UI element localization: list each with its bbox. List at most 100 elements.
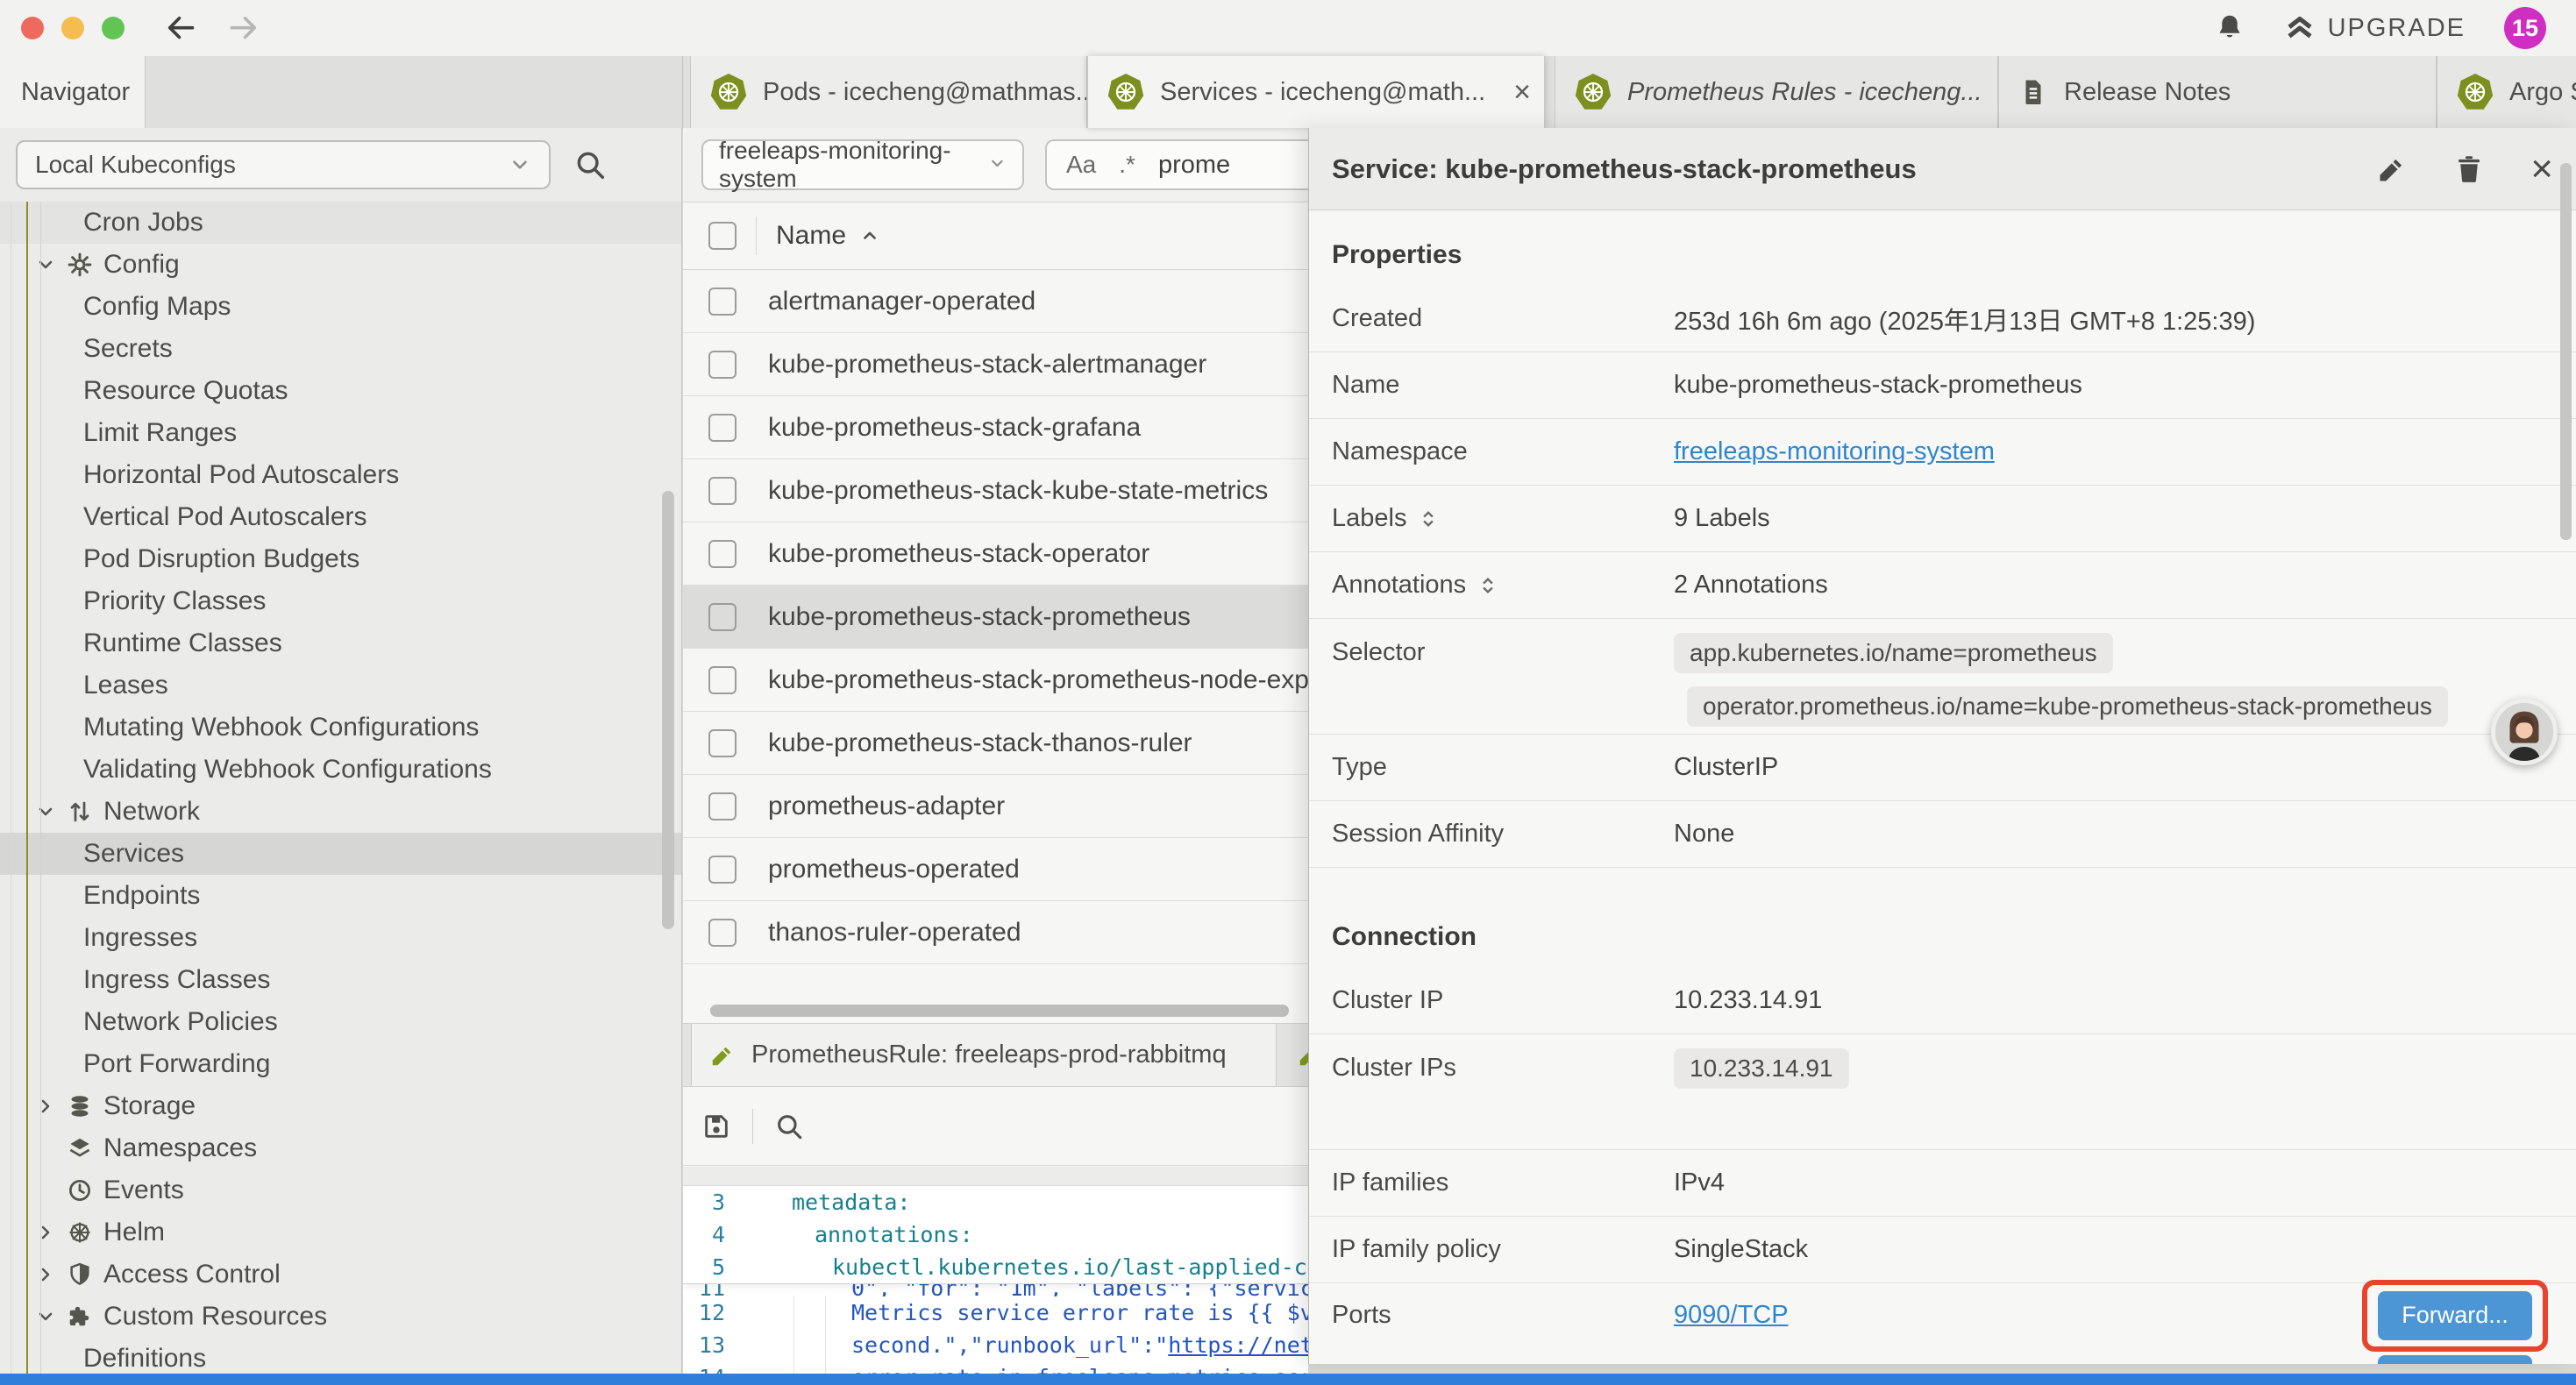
- row-checkbox[interactable]: [708, 666, 737, 694]
- service-name: kube-prometheus-stack-prometheus-node-ex…: [768, 665, 1308, 695]
- detail-panel-scrollbar[interactable]: [2560, 163, 2572, 540]
- close-panel-icon[interactable]: ×: [2530, 150, 2553, 188]
- match-case-toggle[interactable]: Aa: [1066, 151, 1096, 179]
- sidebar-item-runtime-classes[interactable]: Runtime Classes: [0, 622, 681, 664]
- sidebar-item-label: Ingress Classes: [83, 965, 270, 995]
- tab-release-notes[interactable]: Release Notes: [1998, 56, 2437, 128]
- row-checkbox[interactable]: [708, 856, 737, 884]
- table-row-prometheus-operated[interactable]: prometheus-operated: [683, 838, 1308, 901]
- row-checkbox[interactable]: [708, 477, 737, 505]
- sidebar-search-icon[interactable]: [573, 148, 607, 181]
- sidebar-item-config[interactable]: Config: [0, 244, 681, 286]
- table-row-kube-prometheus-stack-alertmanager[interactable]: kube-prometheus-stack-alertmanager: [683, 333, 1308, 396]
- row-checkbox[interactable]: [708, 729, 737, 757]
- tab-services-icecheng-math[interactable]: Services - icecheng@math...×: [1087, 56, 1545, 128]
- zoom-window-button[interactable]: [102, 17, 125, 39]
- forward-button-wrap: Forward...: [2378, 1355, 2532, 1365]
- sidebar-item-label: Port Forwarding: [83, 1049, 270, 1079]
- sidebar-item-services[interactable]: Services: [0, 833, 681, 875]
- table-row-alertmanager-operated[interactable]: alertmanager-operated: [683, 270, 1308, 333]
- row-checkbox[interactable]: [708, 603, 737, 631]
- sidebar-item-config-maps[interactable]: Config Maps: [0, 286, 681, 328]
- tab-pods-icecheng-mathmas[interactable]: Pods - icecheng@mathmas...: [690, 56, 1087, 128]
- sidebar-item-endpoints[interactable]: Endpoints: [0, 875, 681, 917]
- table-row-kube-prometheus-stack-prometheus[interactable]: kube-prometheus-stack-prometheus: [683, 586, 1308, 649]
- namespace-selector[interactable]: freeleaps-monitoring-system: [701, 139, 1024, 190]
- row-checkbox[interactable]: [708, 414, 737, 442]
- sidebar-item-leases[interactable]: Leases: [0, 664, 681, 707]
- detail-label: Name: [1332, 371, 1674, 400]
- table-row-kube-prometheus-stack-grafana[interactable]: kube-prometheus-stack-grafana: [683, 396, 1308, 459]
- sidebar-item-pod-disruption-budgets[interactable]: Pod Disruption Budgets: [0, 538, 681, 580]
- table-row-kube-prometheus-stack-operator[interactable]: kube-prometheus-stack-operator: [683, 522, 1308, 586]
- notifications-bell-icon[interactable]: [2214, 12, 2245, 44]
- sidebar-item-cron-jobs[interactable]: Cron Jobs: [0, 202, 681, 244]
- detail-row-session-affinity: Session AffinityNone: [1309, 801, 2576, 868]
- name-column-header[interactable]: Name: [776, 221, 846, 251]
- table-row-kube-prometheus-stack-kube-state-metrics[interactable]: kube-prometheus-stack-kube-state-metrics: [683, 459, 1308, 522]
- port-link[interactable]: 9090/TCP: [1674, 1301, 1789, 1330]
- sidebar-scrollbar[interactable]: [662, 491, 674, 929]
- row-checkbox[interactable]: [708, 792, 737, 820]
- forward-arrow-icon[interactable]: [228, 12, 260, 44]
- sidebar-item-vertical-pod-autoscalers[interactable]: Vertical Pod Autoscalers: [0, 496, 681, 538]
- close-window-button[interactable]: [21, 17, 44, 39]
- sidebar-item-mutating-webhook-configurations[interactable]: Mutating Webhook Configurations: [0, 707, 681, 749]
- sidebar-item-namespaces[interactable]: Namespaces: [0, 1127, 681, 1169]
- detail-label-text: Ports: [1332, 1283, 1391, 1347]
- back-arrow-icon[interactable]: [165, 12, 196, 44]
- sidebar-item-horizontal-pod-autoscalers[interactable]: Horizontal Pod Autoscalers: [0, 454, 681, 496]
- table-row-kube-prometheus-stack-thanos-ruler[interactable]: kube-prometheus-stack-thanos-ruler: [683, 712, 1308, 775]
- tab-prometheusrule-editor[interactable]: PrometheusRule: freeleaps-prod-rabbitmq: [691, 1024, 1277, 1086]
- tab-navigator[interactable]: Navigator: [0, 56, 146, 128]
- filter-input[interactable]: Aa .* prome: [1045, 139, 1308, 190]
- tab-editor-second[interactable]: [1283, 1024, 1308, 1086]
- sidebar-item-ingress-classes[interactable]: Ingress Classes: [0, 959, 681, 1001]
- sidebar-item-ingresses[interactable]: Ingresses: [0, 917, 681, 959]
- detail-label: Session Affinity: [1332, 820, 1674, 849]
- table-row-kube-prometheus-stack-prometheus-node-exporter[interactable]: kube-prometheus-stack-prometheus-node-ex…: [683, 649, 1308, 712]
- table-row-thanos-ruler-operated[interactable]: thanos-ruler-operated: [683, 901, 1308, 964]
- code-text: metadata:: [744, 1190, 910, 1215]
- sidebar-item-access-control[interactable]: Access Control: [0, 1254, 681, 1296]
- yaml-editor[interactable]: 3metadata:4annotations:5kubectl.kubernet…: [683, 1186, 1308, 1385]
- forward-button[interactable]: Forward...: [2378, 1355, 2532, 1365]
- forward-button[interactable]: Forward...: [2378, 1291, 2532, 1340]
- minimize-window-button[interactable]: [61, 17, 84, 39]
- sidebar-item-resource-quotas[interactable]: Resource Quotas: [0, 370, 681, 412]
- namespace-link[interactable]: freeleaps-monitoring-system: [1674, 437, 1995, 466]
- save-icon[interactable]: [701, 1112, 731, 1141]
- kubeconfig-selector[interactable]: Local Kubeconfigs: [16, 140, 551, 189]
- list-horizontal-scrollbar[interactable]: [710, 1005, 1289, 1017]
- sidebar-item-limit-ranges[interactable]: Limit Ranges: [0, 412, 681, 454]
- sidebar-item-validating-webhook-configurations[interactable]: Validating Webhook Configurations: [0, 749, 681, 791]
- tab-prometheus-rules-icecheng[interactable]: Prometheus Rules - icecheng...: [1555, 56, 1998, 128]
- tab-argo-se[interactable]: Argo Se: [2437, 56, 2576, 128]
- sidebar-item-label: Runtime Classes: [83, 629, 282, 658]
- upgrade-button[interactable]: UPGRADE: [2284, 12, 2466, 44]
- select-all-checkbox[interactable]: [708, 222, 737, 250]
- row-checkbox[interactable]: [708, 288, 737, 316]
- assistant-avatar[interactable]: [2491, 699, 2558, 765]
- sidebar-item-priority-classes[interactable]: Priority Classes: [0, 580, 681, 622]
- sidebar-item-network-policies[interactable]: Network Policies: [0, 1001, 681, 1043]
- sidebar-item-events[interactable]: Events: [0, 1169, 681, 1211]
- sidebar-item-helm[interactable]: Helm: [0, 1211, 681, 1254]
- sidebar-item-secrets[interactable]: Secrets: [0, 328, 681, 370]
- row-checkbox[interactable]: [708, 540, 737, 568]
- row-checkbox[interactable]: [708, 919, 737, 947]
- regex-toggle[interactable]: .*: [1119, 151, 1135, 179]
- sidebar-item-port-forwarding[interactable]: Port Forwarding: [0, 1043, 681, 1085]
- services-list-column: freeleaps-monitoring-system Aa .* prome …: [683, 128, 1308, 1385]
- sort-ascending-icon[interactable]: [860, 226, 879, 245]
- sidebar-item-storage[interactable]: Storage: [0, 1085, 681, 1127]
- table-row-prometheus-adapter[interactable]: prometheus-adapter: [683, 775, 1308, 838]
- notification-count-badge[interactable]: 15: [2504, 7, 2546, 49]
- close-tab-icon[interactable]: ×: [1513, 77, 1531, 107]
- sidebar-item-custom-resources[interactable]: Custom Resources: [0, 1296, 681, 1338]
- editor-search-icon[interactable]: [774, 1112, 804, 1141]
- delete-trash-icon[interactable]: [2453, 153, 2485, 185]
- row-checkbox[interactable]: [708, 351, 737, 379]
- sidebar-item-network[interactable]: Network: [0, 791, 681, 833]
- edit-pencil-icon[interactable]: [2376, 153, 2408, 185]
